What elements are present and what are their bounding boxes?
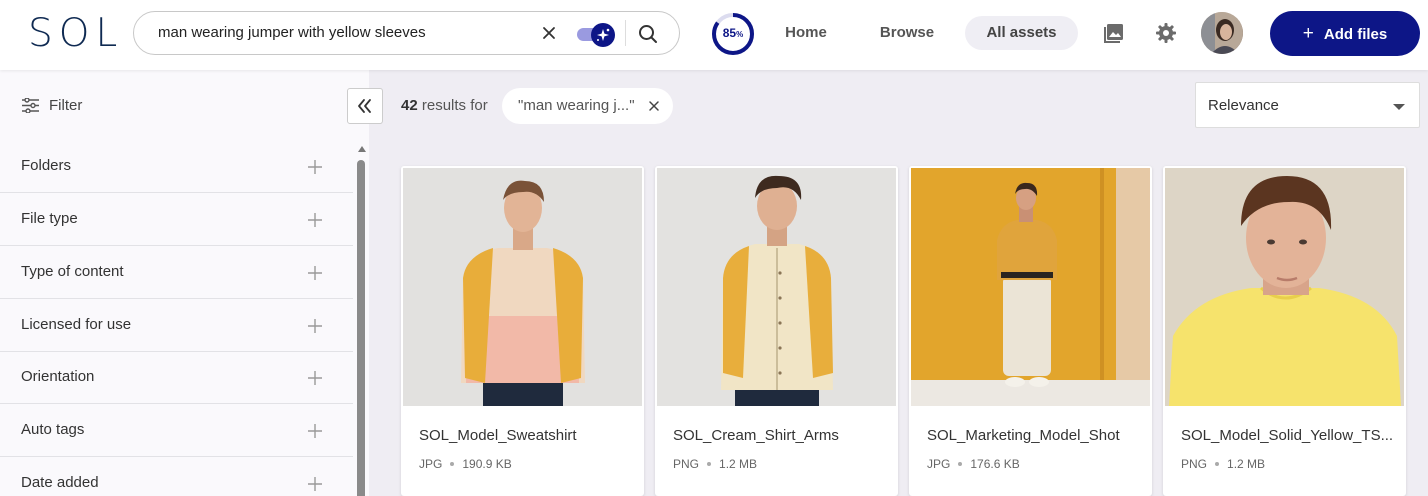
facet-licensed-for-use[interactable]: Licensed for use xyxy=(0,300,353,352)
plus-icon xyxy=(308,160,322,174)
facet-label: Licensed for use xyxy=(21,316,132,333)
facet-label: Date added xyxy=(21,474,99,491)
scroll-thumb[interactable] xyxy=(357,160,365,496)
filter-label: Filter xyxy=(49,97,83,114)
facet-label: Type of content xyxy=(21,263,124,280)
asset-card[interactable]: SOL_Model_Sweatshirt JPG 190.9 KB xyxy=(401,166,644,496)
double-chevron-left-icon xyxy=(358,99,371,113)
asset-type: JPG xyxy=(419,457,443,471)
sidebar-scrollbar[interactable] xyxy=(356,146,366,496)
plus-icon xyxy=(308,213,322,227)
search-bar xyxy=(133,11,680,55)
avatar[interactable] xyxy=(1201,12,1243,54)
facet-auto-tags[interactable]: Auto tags xyxy=(0,405,353,457)
sort-value: Relevance xyxy=(1208,97,1279,114)
filter-icon xyxy=(22,97,39,114)
facet-file-type[interactable]: File type xyxy=(0,194,353,246)
asset-card[interactable]: SOL_Marketing_Model_Shot JPG 176.6 KB xyxy=(909,166,1152,496)
results-area: 42 results for "man wearing j..." Releva… xyxy=(369,70,1428,496)
asset-thumbnail[interactable] xyxy=(1165,168,1404,406)
facet-orientation[interactable]: Orientation xyxy=(0,352,353,404)
facet-label: File type xyxy=(21,210,78,227)
asset-card[interactable]: SOL_Cream_Shirt_Arms PNG 1.2 MB xyxy=(655,166,898,496)
asset-type: JPG xyxy=(927,457,951,471)
plus-icon xyxy=(308,266,322,280)
top-header: SOL 85% Home Browse All assets xyxy=(0,0,1428,70)
asset-card[interactable]: SOL_Model_Solid_Yellow_TS... PNG 1.2 MB xyxy=(1163,166,1406,496)
asset-meta: PNG 1.2 MB xyxy=(1181,457,1265,471)
collapse-sidebar-button[interactable] xyxy=(347,88,383,124)
separator-dot xyxy=(1215,461,1220,466)
plus-icon: + xyxy=(1302,23,1314,44)
sparkle-icon xyxy=(591,23,615,47)
upload-progress-indicator[interactable]: 85% xyxy=(711,12,755,56)
asset-meta: JPG 176.6 KB xyxy=(927,457,1020,471)
results-count: 42 results for xyxy=(401,97,488,114)
asset-thumbnail[interactable] xyxy=(911,168,1150,406)
nav-home[interactable]: Home xyxy=(776,16,836,50)
search-icon[interactable] xyxy=(636,22,660,46)
close-icon[interactable] xyxy=(648,100,660,112)
separator-dot xyxy=(707,461,712,466)
divider xyxy=(625,20,626,46)
asset-thumbnail[interactable] xyxy=(403,168,642,406)
asset-name[interactable]: SOL_Model_Solid_Yellow_TS... xyxy=(1181,427,1396,444)
ai-search-toggle[interactable] xyxy=(577,23,615,47)
facet-label: Auto tags xyxy=(21,421,85,438)
separator-dot xyxy=(958,461,963,466)
asset-type: PNG xyxy=(673,457,700,471)
progress-value: 85% xyxy=(722,26,744,40)
image-icon[interactable] xyxy=(1102,21,1126,45)
facet-folders[interactable]: Folders xyxy=(0,141,353,193)
facet-label: Orientation xyxy=(21,368,95,385)
nav-browse[interactable]: Browse xyxy=(872,16,942,50)
nav-all-assets[interactable]: All assets xyxy=(965,16,1078,50)
search-input[interactable] xyxy=(158,24,528,41)
plus-icon xyxy=(308,371,322,385)
gear-icon[interactable] xyxy=(1154,21,1178,45)
separator-dot xyxy=(450,461,455,466)
asset-name[interactable]: SOL_Model_Sweatshirt xyxy=(419,427,634,444)
asset-size: 190.9 KB xyxy=(462,457,512,471)
caret-down-icon xyxy=(1393,104,1405,110)
scroll-up-arrow[interactable] xyxy=(358,146,366,152)
asset-type: PNG xyxy=(1181,457,1208,471)
asset-size: 1.2 MB xyxy=(719,457,758,471)
facet-label: Folders xyxy=(21,157,72,174)
asset-name[interactable]: SOL_Marketing_Model_Shot xyxy=(927,427,1142,444)
logo[interactable]: SOL xyxy=(28,12,123,56)
filter-sidebar: Filter Folders File type Type of content… xyxy=(0,70,383,496)
sort-dropdown[interactable]: Relevance xyxy=(1195,82,1420,128)
asset-meta: JPG 190.9 KB xyxy=(419,457,512,471)
add-files-button[interactable]: + Add files xyxy=(1270,11,1420,56)
facet-type-of-content[interactable]: Type of content xyxy=(0,247,353,299)
asset-size: 176.6 KB xyxy=(970,457,1020,471)
plus-icon xyxy=(308,477,322,491)
query-chip[interactable]: "man wearing j..." xyxy=(502,88,673,124)
close-icon[interactable] xyxy=(538,22,560,44)
asset-size: 1.2 MB xyxy=(1227,457,1266,471)
asset-thumbnail[interactable] xyxy=(657,168,896,406)
asset-meta: PNG 1.2 MB xyxy=(673,457,757,471)
asset-name[interactable]: SOL_Cream_Shirt_Arms xyxy=(673,427,888,444)
query-chip-label: "man wearing j..." xyxy=(518,97,635,114)
plus-icon xyxy=(308,319,322,333)
plus-icon xyxy=(308,424,322,438)
facet-date-added[interactable]: Date added xyxy=(0,458,353,496)
